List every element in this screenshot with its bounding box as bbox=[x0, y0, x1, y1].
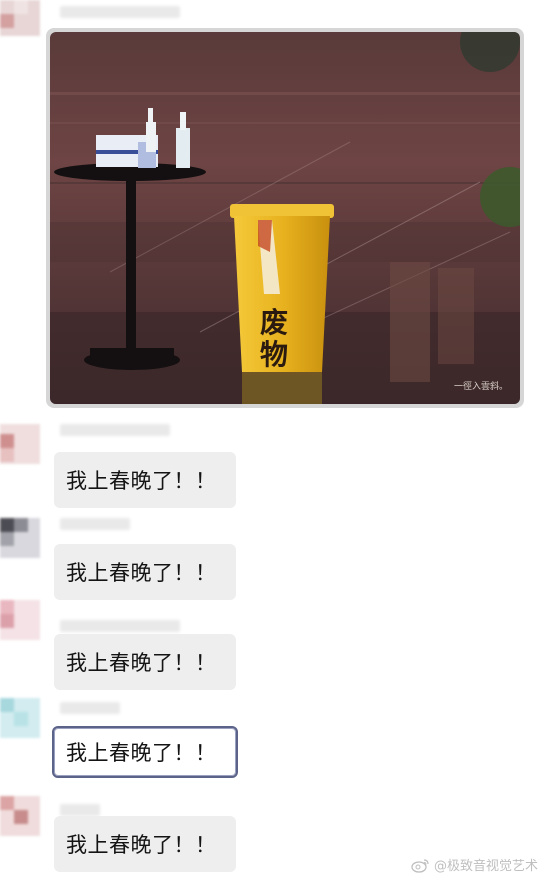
weibo-icon bbox=[411, 858, 429, 873]
sender-name-4 bbox=[60, 620, 180, 632]
message-bubble-3[interactable]: 我上春晚了！！ bbox=[54, 634, 236, 690]
photo-watermark: 一徑入雲斜。 bbox=[453, 382, 508, 392]
bin-label: 废 bbox=[260, 306, 288, 339]
stage-photo: 废 物 bbox=[50, 32, 520, 404]
message-text: 我上春晚了！！ bbox=[66, 469, 217, 493]
avatar-4[interactable] bbox=[0, 600, 40, 640]
avatar-5[interactable] bbox=[0, 698, 40, 738]
sender-name-5 bbox=[60, 702, 120, 714]
weibo-watermark: @极致音视觉艺术 bbox=[411, 855, 538, 874]
image-message[interactable]: 废 物 一徑入雲斜。 bbox=[46, 28, 524, 408]
sender-name-3 bbox=[60, 518, 130, 530]
message-bubble-5[interactable]: 我上春晚了！！ bbox=[54, 816, 236, 872]
avatar-6[interactable] bbox=[0, 796, 40, 836]
avatar-3[interactable] bbox=[0, 518, 40, 558]
avatar-1[interactable] bbox=[0, 0, 40, 36]
message-bubble-4-selected[interactable]: 我上春晚了！！ bbox=[52, 726, 238, 778]
sender-name-2 bbox=[60, 424, 170, 436]
weibo-handle: @极致音视觉艺术 bbox=[433, 859, 538, 874]
message-bubble-2[interactable]: 我上春晚了！！ bbox=[54, 544, 236, 600]
sender-name-6 bbox=[60, 804, 100, 816]
message-text: 我上春晚了！！ bbox=[66, 561, 217, 585]
message-bubble-1[interactable]: 我上春晚了！！ bbox=[54, 452, 236, 508]
message-text: 我上春晚了！！ bbox=[66, 651, 217, 675]
message-text: 我上春晚了！！ bbox=[66, 741, 217, 765]
sender-name-1 bbox=[60, 6, 180, 18]
svg-text:物: 物 bbox=[260, 338, 288, 371]
avatar-2[interactable] bbox=[0, 424, 40, 464]
message-text: 我上春晚了！！ bbox=[66, 833, 217, 857]
